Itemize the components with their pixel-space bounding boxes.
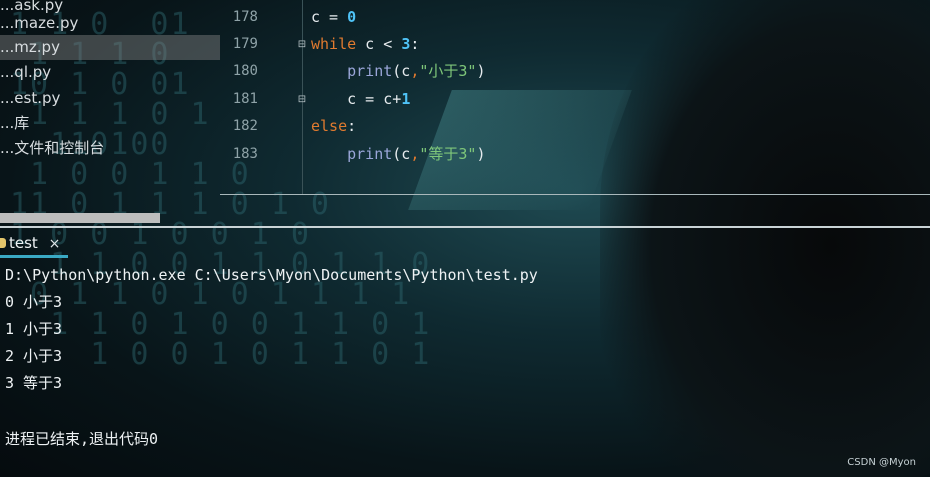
code-string: "小于3" [419,62,477,80]
line-number: 178 [232,9,258,25]
line-number: 180 [232,63,258,79]
code-line-180: print(c,"小于3") [311,58,486,85]
code-line-181: c = c+1 [311,86,410,113]
code-keyword: while [311,35,357,53]
code-string: "等于3" [419,145,477,163]
console-line: D:\Python\python.exe C:\Users\Myon\Docum… [5,266,538,284]
code-token: ) [476,62,486,80]
code-line-183: print(c,"等于3") [311,141,486,168]
tab-label: test [9,234,38,252]
console-line: 进程已结束,退出代码0 [5,430,159,448]
code-number: 1 [401,90,411,108]
tab-test[interactable]: test × [0,228,60,258]
code-token: ) [476,145,486,163]
console-line: 0 小于3 [5,293,63,311]
line-number: 182 [232,118,258,134]
code-token: c < [356,35,402,53]
tree-item-file[interactable]: ...ql.py [0,60,51,85]
code-token: (c [392,145,411,163]
tree-horizontal-scrollbar[interactable] [0,213,160,223]
run-config-icon [0,238,6,248]
tree-item-external-libraries[interactable]: ...库 [0,111,29,136]
fold-end-icon[interactable]: ⊟ [297,94,307,106]
tree-item-scratches-consoles[interactable]: ...文件和控制台 [0,136,104,161]
active-tab-indicator [0,255,68,258]
code-token: c = c+ [311,90,402,108]
code-token: : [347,117,357,135]
code-editor[interactable]: 178 179 180 181 182 183 ⊟ ⊟ c = 0 while … [220,0,930,196]
line-number: 179 [232,36,258,52]
tree-item-file[interactable]: ...est.py [0,86,60,111]
editor-bottom-divider [220,194,930,195]
code-token: c = [311,8,348,26]
code-keyword: else [311,117,348,135]
watermark: CSDN @Myon⁠ [847,457,916,468]
code-function: print [347,62,393,80]
run-panel-tabbar: test × [0,228,930,260]
code-line-178: c = 0 [311,4,356,31]
line-number: 183 [232,146,258,162]
line-number: 181 [232,91,258,107]
tree-item-file-selected[interactable]: ...mz.py [0,35,220,60]
fold-open-icon[interactable]: ⊟ [297,39,307,51]
code-token: (c [392,62,411,80]
code-line-179: while c < 3: [311,31,419,58]
console-line: 2 小于3 [5,347,63,365]
tree-item-file[interactable]: ...maze.py [0,11,78,36]
code-token: : [410,35,420,53]
console-line: 1 小于3 [5,320,63,338]
code-number: 0 [347,8,357,26]
code-function: print [347,145,393,163]
code-line-182: else: [311,113,356,140]
code-number: 3 [401,35,411,53]
project-tree: ...ask.py ...maze.py ...mz.py ...ql.py .… [0,0,220,226]
console-line: 3 等于3 [5,374,63,392]
